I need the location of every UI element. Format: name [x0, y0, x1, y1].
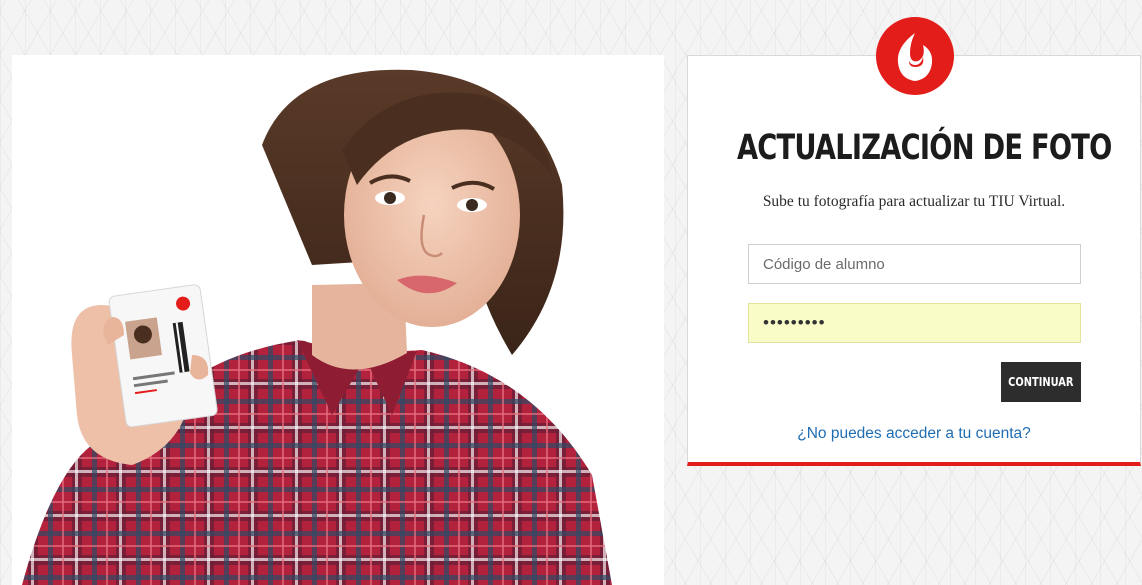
flame-logo-icon	[876, 17, 954, 95]
continue-button-label: CONTINUAR	[1008, 375, 1074, 389]
hero-photo	[12, 55, 664, 585]
student-code-input[interactable]	[748, 244, 1081, 284]
page-title: ACTUALIZACIÓN DE FOTO	[736, 128, 1112, 168]
page-subtitle: Sube tu fotografía para actualizar tu TI…	[762, 193, 1066, 210]
student-holding-id-card-illustration	[22, 69, 612, 585]
continue-button[interactable]: CONTINUAR	[1001, 362, 1081, 402]
password-input[interactable]	[748, 303, 1081, 343]
forgot-account-link[interactable]: ¿No puedes acceder a tu cuenta?	[687, 425, 1141, 443]
